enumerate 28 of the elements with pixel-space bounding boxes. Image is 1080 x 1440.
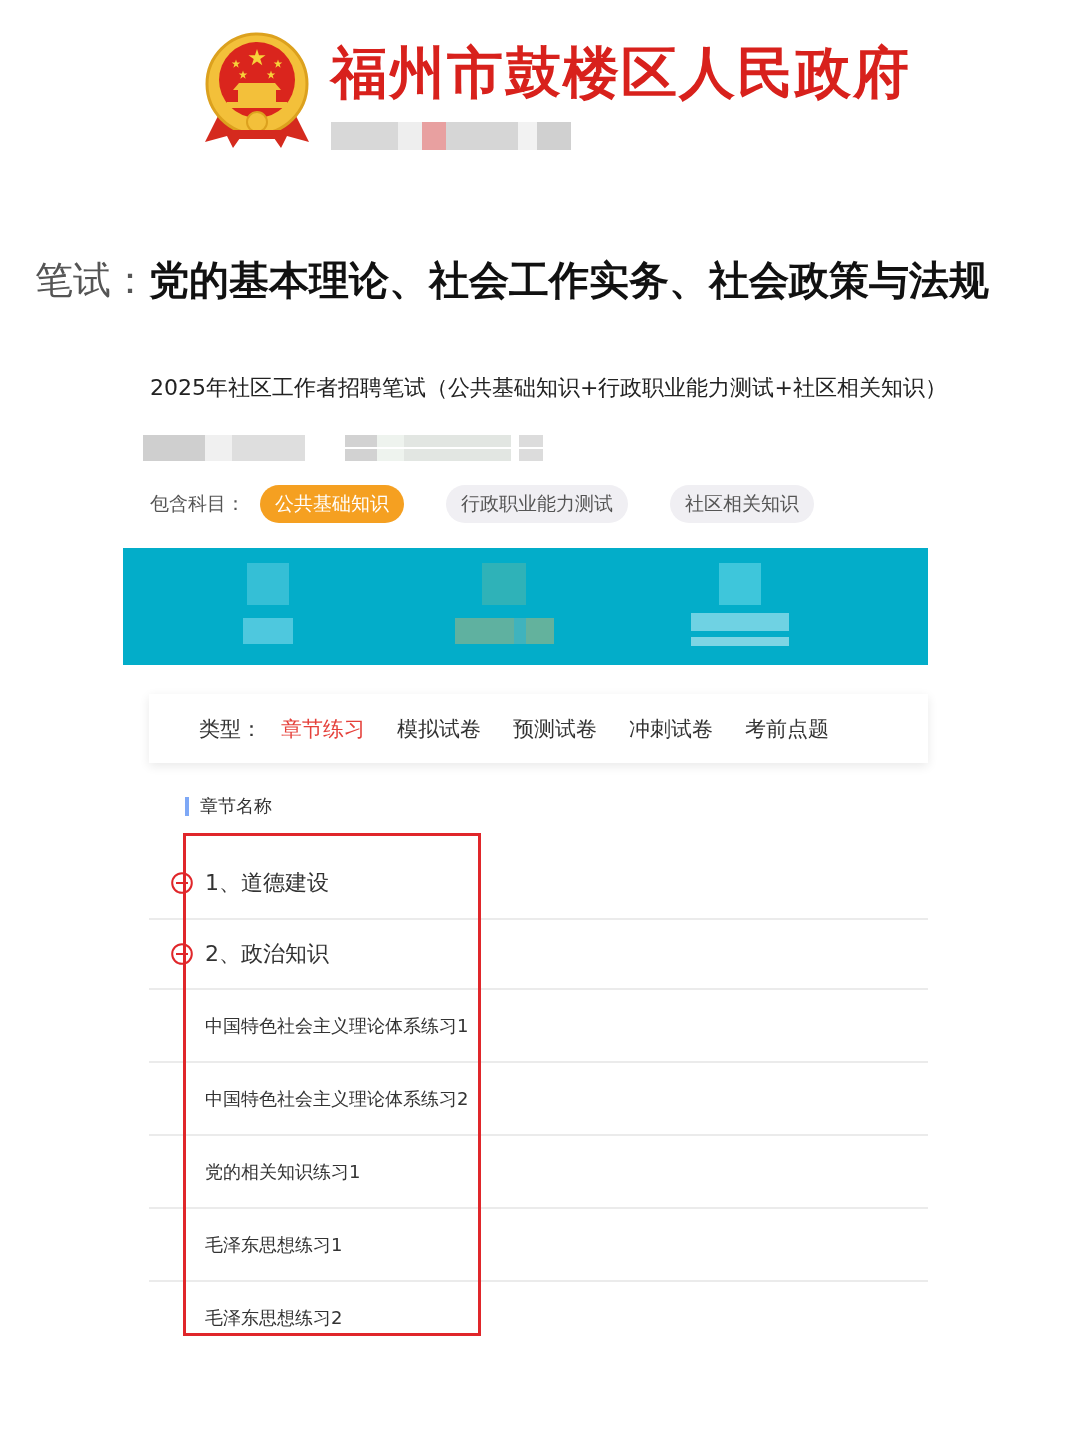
chapter-item[interactable]: 2、政治知识 [205, 939, 329, 969]
minus-circle-icon[interactable] [171, 872, 193, 894]
exam-subjects: 党的基本理论、社会工作实务、社会政策与法规 [149, 254, 989, 305]
site-title: 福州市鼓楼区人民政府 [331, 39, 911, 107]
type-tab[interactable]: 冲刺试卷 [629, 714, 713, 743]
type-tab[interactable]: 考前点题 [745, 714, 829, 743]
exam-label: 笔试： [35, 256, 149, 304]
section-title: 章节名称 [200, 794, 272, 818]
course-title: 2025年社区工作者招聘笔试（公共基础知识+行政职业能力测试+社区相关知识） [150, 374, 947, 402]
minus-circle-icon[interactable] [171, 943, 193, 965]
exercise-item[interactable]: 中国特色社会主义理论体系练习2 [205, 1086, 469, 1111]
exercise-item[interactable]: 中国特色社会主义理论体系练习1 [205, 1013, 469, 1038]
pixelated-block [482, 563, 526, 605]
subjects-label: 包含科目： [150, 491, 245, 516]
type-tab[interactable]: 预测试卷 [513, 714, 597, 743]
subject-chip[interactable]: 行政职业能力测试 [446, 485, 628, 523]
type-tab[interactable]: 模拟试卷 [397, 714, 481, 743]
type-tab[interactable]: 章节练习 [281, 714, 365, 743]
subject-chip[interactable]: 社区相关知识 [670, 485, 814, 523]
exercise-item[interactable]: 党的相关知识练习1 [205, 1159, 361, 1184]
chapter-item[interactable]: 1、道德建设 [205, 868, 329, 898]
pixelated-block [719, 563, 761, 605]
pixelated-block [243, 618, 293, 644]
exercise-item[interactable]: 毛泽东思想练习2 [205, 1305, 343, 1330]
exercise-item[interactable]: 毛泽东思想练习1 [205, 1232, 343, 1257]
type-label: 类型： [199, 715, 262, 743]
pixelated-block [247, 563, 289, 605]
accent-bar [185, 796, 189, 816]
